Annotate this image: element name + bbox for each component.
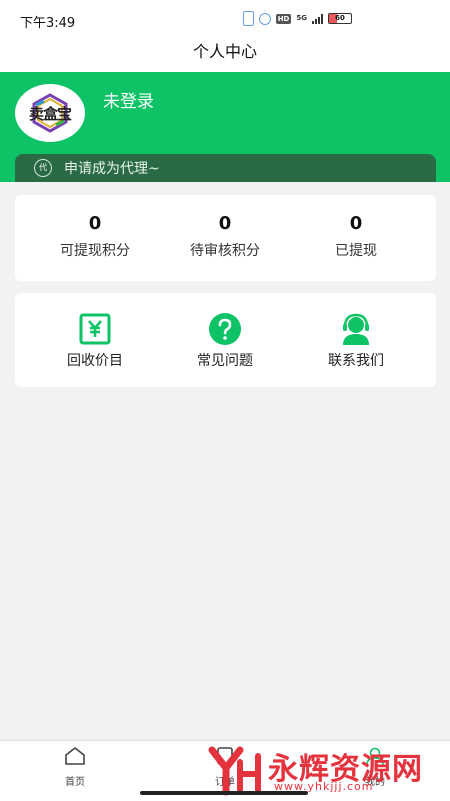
home-indicator <box>140 791 308 795</box>
withdrawn-points[interactable]: 0 已提现 <box>286 195 426 260</box>
nav-label: 首页 <box>65 777 85 788</box>
watermark-logo-icon <box>208 746 261 796</box>
signal-icon <box>312 13 323 24</box>
avatar-text: 卖盒宝 <box>28 104 72 123</box>
avatar[interactable]: 卖盒宝 <box>15 84 85 142</box>
functions-card: 回收价目 常见问题 联系我们 <box>15 293 436 387</box>
function-label: 回收价目 <box>67 353 123 369</box>
agent-badge-icon: 代 <box>34 159 52 177</box>
status-icons: HD 5G 60 <box>242 11 352 26</box>
recycle-price-button[interactable]: 回收价目 <box>25 293 165 370</box>
withdrawable-points[interactable]: 0 可提现积分 <box>25 195 165 260</box>
battery-icon: 60 <box>328 13 352 24</box>
points-value: 0 <box>218 213 232 234</box>
title-bar: 个人中心 <box>0 40 450 72</box>
apply-agent-banner[interactable]: 代 申请成为代理~ <box>15 154 436 182</box>
function-label: 联系我们 <box>328 353 384 369</box>
points-value: 0 <box>349 213 363 234</box>
hd-icon: HD <box>275 13 292 24</box>
status-bar: 下午3:49 HD 5G 60 <box>0 0 450 40</box>
apply-agent-text: 申请成为代理~ <box>64 161 160 177</box>
nav-item-home[interactable]: 首页 <box>45 746 105 788</box>
page-title: 个人中心 <box>192 42 257 61</box>
network-type: 5G <box>296 14 307 22</box>
points-value: 0 <box>88 213 102 234</box>
points-label: 已提现 <box>335 243 377 259</box>
profile-header: 卖盒宝 未登录 代 申请成为代理~ <box>0 72 450 182</box>
pending-points[interactable]: 0 待审核积分 <box>155 195 295 260</box>
faq-button[interactable]: 常见问题 <box>155 293 295 370</box>
question-icon <box>209 313 241 345</box>
login-status-label[interactable]: 未登录 <box>103 87 154 112</box>
contact-us-button[interactable]: 联系我们 <box>286 293 426 370</box>
points-label: 可提现积分 <box>60 243 130 259</box>
function-label: 常见问题 <box>197 353 253 369</box>
points-card: 0 可提现积分 0 待审核积分 0 已提现 <box>15 195 436 281</box>
points-label: 待审核积分 <box>190 243 260 259</box>
alarm-icon <box>258 12 271 25</box>
status-time: 下午3:49 <box>20 16 76 31</box>
customer-service-icon <box>340 313 372 345</box>
vibrate-icon <box>242 11 254 26</box>
battery-level: 60 <box>335 14 345 22</box>
yuan-receipt-icon <box>79 313 111 345</box>
home-icon <box>65 747 85 765</box>
